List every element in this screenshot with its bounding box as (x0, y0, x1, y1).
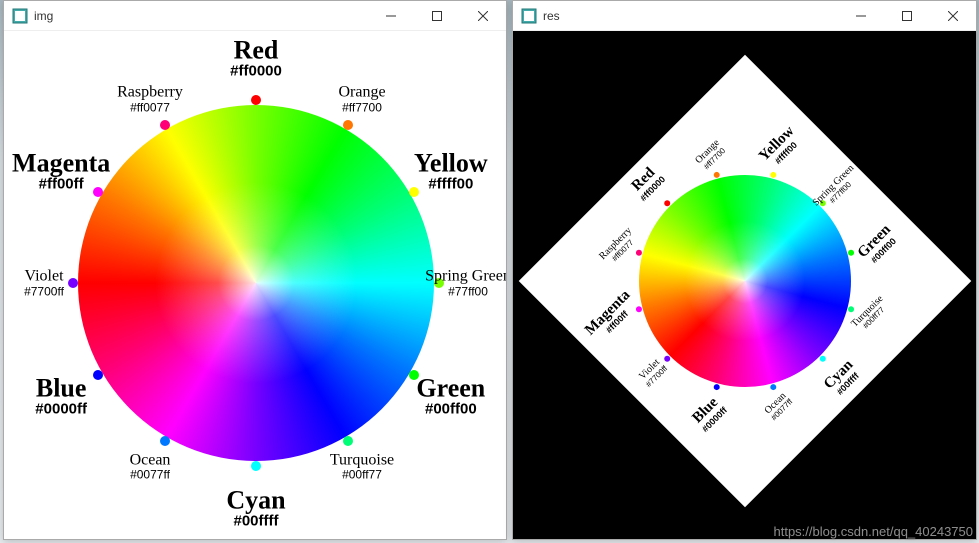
titlebar[interactable]: img (4, 1, 506, 31)
color-label-ocean: Ocean#0077ff (763, 391, 795, 423)
color-hex: #7700ff (24, 285, 64, 298)
color-dot-raspberry (160, 120, 170, 130)
color-hex: #0077ff (130, 469, 171, 482)
color-dot-blue (93, 370, 103, 380)
color-name: Cyan (226, 486, 285, 513)
window-img: img Red#ff0000 Orange#ff7700 Yellow#ffff00… (3, 0, 507, 540)
color-hex: #ff00ff (12, 176, 110, 192)
color-label-cyan: Cyan#00ffff (226, 486, 285, 529)
color-label-red: Red#ff0000 (230, 36, 282, 79)
color-name: Orange (338, 85, 385, 102)
color-label-orange: Orange#ff7700 (694, 138, 728, 172)
color-name: Raspberry (117, 85, 183, 102)
color-label-cyan: Cyan#00ffff (822, 358, 864, 400)
color-hex: #77ff00 (425, 285, 506, 298)
color-label-turquoise: Turquoise#00ff77 (850, 294, 892, 336)
watermark-text: https://blog.csdn.net/qq_40243750 (774, 524, 974, 539)
color-name: Turquoise (330, 452, 394, 469)
color-hex: #00ff00 (416, 401, 485, 417)
color-label-raspberry: Raspberry#ff0077 (598, 226, 640, 268)
minimize-button[interactable] (838, 1, 884, 31)
color-label-ocean: Ocean#0077ff (130, 452, 171, 481)
color-label-blue: Blue#0000ff (35, 374, 87, 417)
color-label-spring-green: Spring Green#77ff00 (811, 163, 862, 214)
window-title: res (543, 9, 838, 23)
color-label-blue: Blue#0000ff (689, 394, 729, 434)
window-controls (838, 1, 976, 31)
close-button[interactable] (930, 1, 976, 31)
color-hex: #ff0077 (117, 101, 183, 114)
window-controls (368, 1, 506, 31)
app-icon (12, 8, 28, 24)
color-name: Red (230, 36, 282, 63)
color-name: Magenta (12, 149, 110, 176)
color-dot-turquoise (847, 305, 855, 313)
color-label-orange: Orange#ff7700 (338, 85, 385, 114)
close-button[interactable] (460, 1, 506, 31)
content-area: Red#ff0000 Orange#ff7700 Yellow#ffff00Spri… (513, 31, 976, 539)
color-label-green: Green#00ff00 (855, 222, 901, 268)
color-name: Ocean (130, 452, 171, 469)
color-label-yellow: Yellow#ffff00 (757, 124, 805, 172)
color-dot-cyan (819, 355, 827, 363)
color-label-spring-green: Spring Green#77ff00 (425, 268, 506, 297)
color-dot-ocean (160, 436, 170, 446)
window-res: res Red#ff0000 Orange#ff7700 Yellow#ffff00… (512, 0, 977, 540)
color-dot-red (251, 95, 261, 105)
color-hex: #0000ff (35, 401, 87, 417)
color-label-green: Green#00ff00 (416, 374, 485, 417)
color-hex: #00ffff (226, 514, 285, 530)
color-wheel (78, 105, 434, 461)
window-title: img (34, 9, 368, 23)
color-label-magenta: Magenta#ff00ff (583, 288, 641, 346)
color-hex: #ffff00 (414, 176, 488, 192)
color-label-violet: Violet#7700ff (637, 357, 669, 389)
color-hex: #ff7700 (338, 101, 385, 114)
color-name: Violet (24, 268, 64, 285)
color-label-violet: Violet#7700ff (24, 268, 64, 297)
color-wheel-figure-rotated: Red#ff0000 Orange#ff7700 Yellow#ffff00Spri… (519, 55, 972, 508)
color-dot-orange (343, 120, 353, 130)
color-name: Blue (35, 374, 87, 401)
color-dot-cyan (251, 461, 261, 471)
minimize-button[interactable] (368, 1, 414, 31)
content-area: Red#ff0000 Orange#ff7700 Yellow#ffff00 Spri… (4, 31, 506, 539)
color-dot-turquoise (343, 436, 353, 446)
color-name: Yellow (414, 149, 488, 176)
color-label-yellow: Yellow#ffff00 (414, 149, 488, 192)
color-dot-ocean (769, 383, 777, 391)
color-label-raspberry: Raspberry#ff0077 (117, 85, 183, 114)
titlebar[interactable]: res (513, 1, 976, 31)
app-icon (521, 8, 537, 24)
color-hex: #00ff77 (330, 469, 394, 482)
color-dot-violet (68, 278, 78, 288)
maximize-button[interactable] (884, 1, 930, 31)
color-wheel-figure: Red#ff0000 Orange#ff7700 Yellow#ffff00 Spri… (4, 31, 506, 535)
color-name: Green (416, 374, 485, 401)
color-label-red: Red#ff0000 (628, 164, 668, 204)
maximize-button[interactable] (414, 1, 460, 31)
color-name: Spring Green (425, 268, 506, 285)
color-label-turquoise: Turquoise#00ff77 (330, 452, 394, 481)
color-hex: #ff0000 (230, 64, 282, 80)
color-label-magenta: Magenta#ff00ff (12, 149, 110, 192)
